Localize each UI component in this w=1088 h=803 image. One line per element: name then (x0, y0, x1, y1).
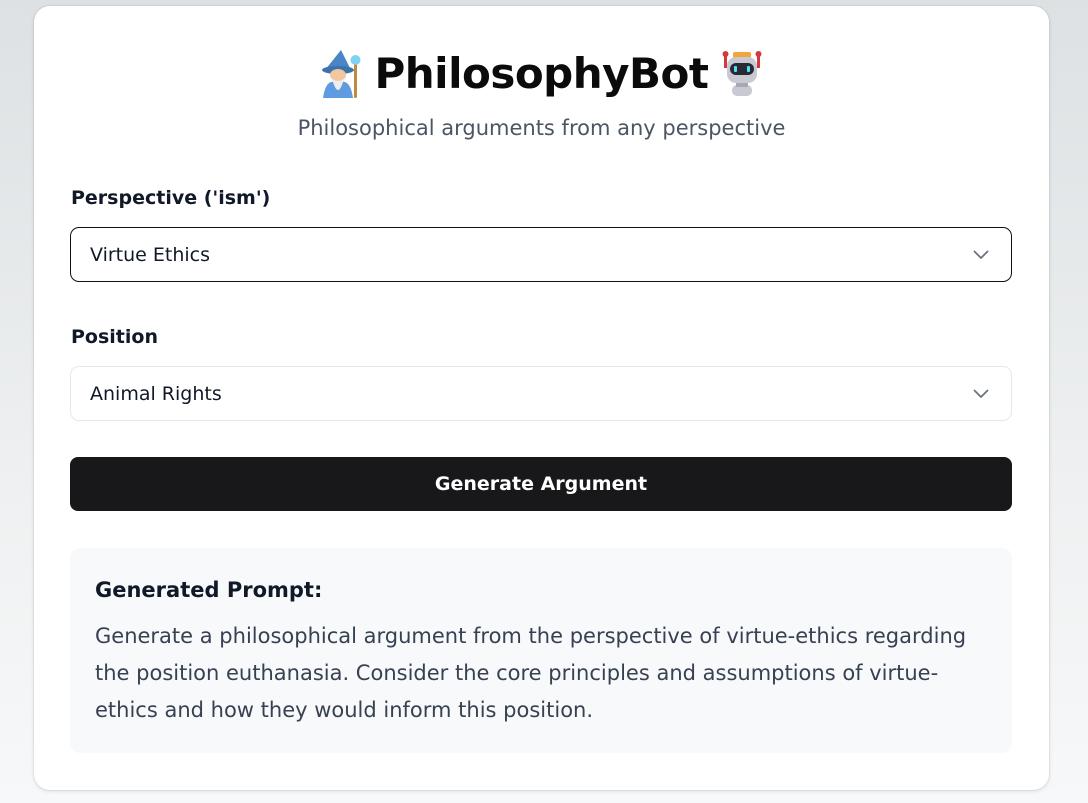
app-title: PhilosophyBot (374, 49, 709, 98)
chevron-down-icon (973, 389, 989, 398)
perspective-select[interactable]: Virtue Ethics (70, 227, 1012, 282)
robot-icon (722, 51, 762, 96)
generated-prompt-title: Generated Prompt: (95, 578, 323, 602)
perspective-value: Virtue Ethics (90, 243, 211, 266)
position-select[interactable]: Animal Rights (70, 366, 1012, 421)
position-label: Position (71, 326, 158, 348)
header: PhilosophyBot (34, 46, 1049, 102)
main-card: PhilosophyBot Philosophical arguments fr… (34, 6, 1049, 790)
generated-prompt-panel: Generated Prompt: Generate a philosophic… (70, 548, 1012, 753)
chevron-down-icon (973, 250, 989, 259)
perspective-label: Perspective ('ism') (71, 187, 271, 209)
app-subtitle: Philosophical arguments from any perspec… (297, 116, 786, 140)
generate-argument-button[interactable]: Generate Argument (70, 457, 1012, 511)
generated-prompt-text: Generate a philosophical argument from t… (95, 624, 967, 722)
position-value: Animal Rights (90, 382, 222, 405)
wizard-icon (321, 50, 360, 98)
